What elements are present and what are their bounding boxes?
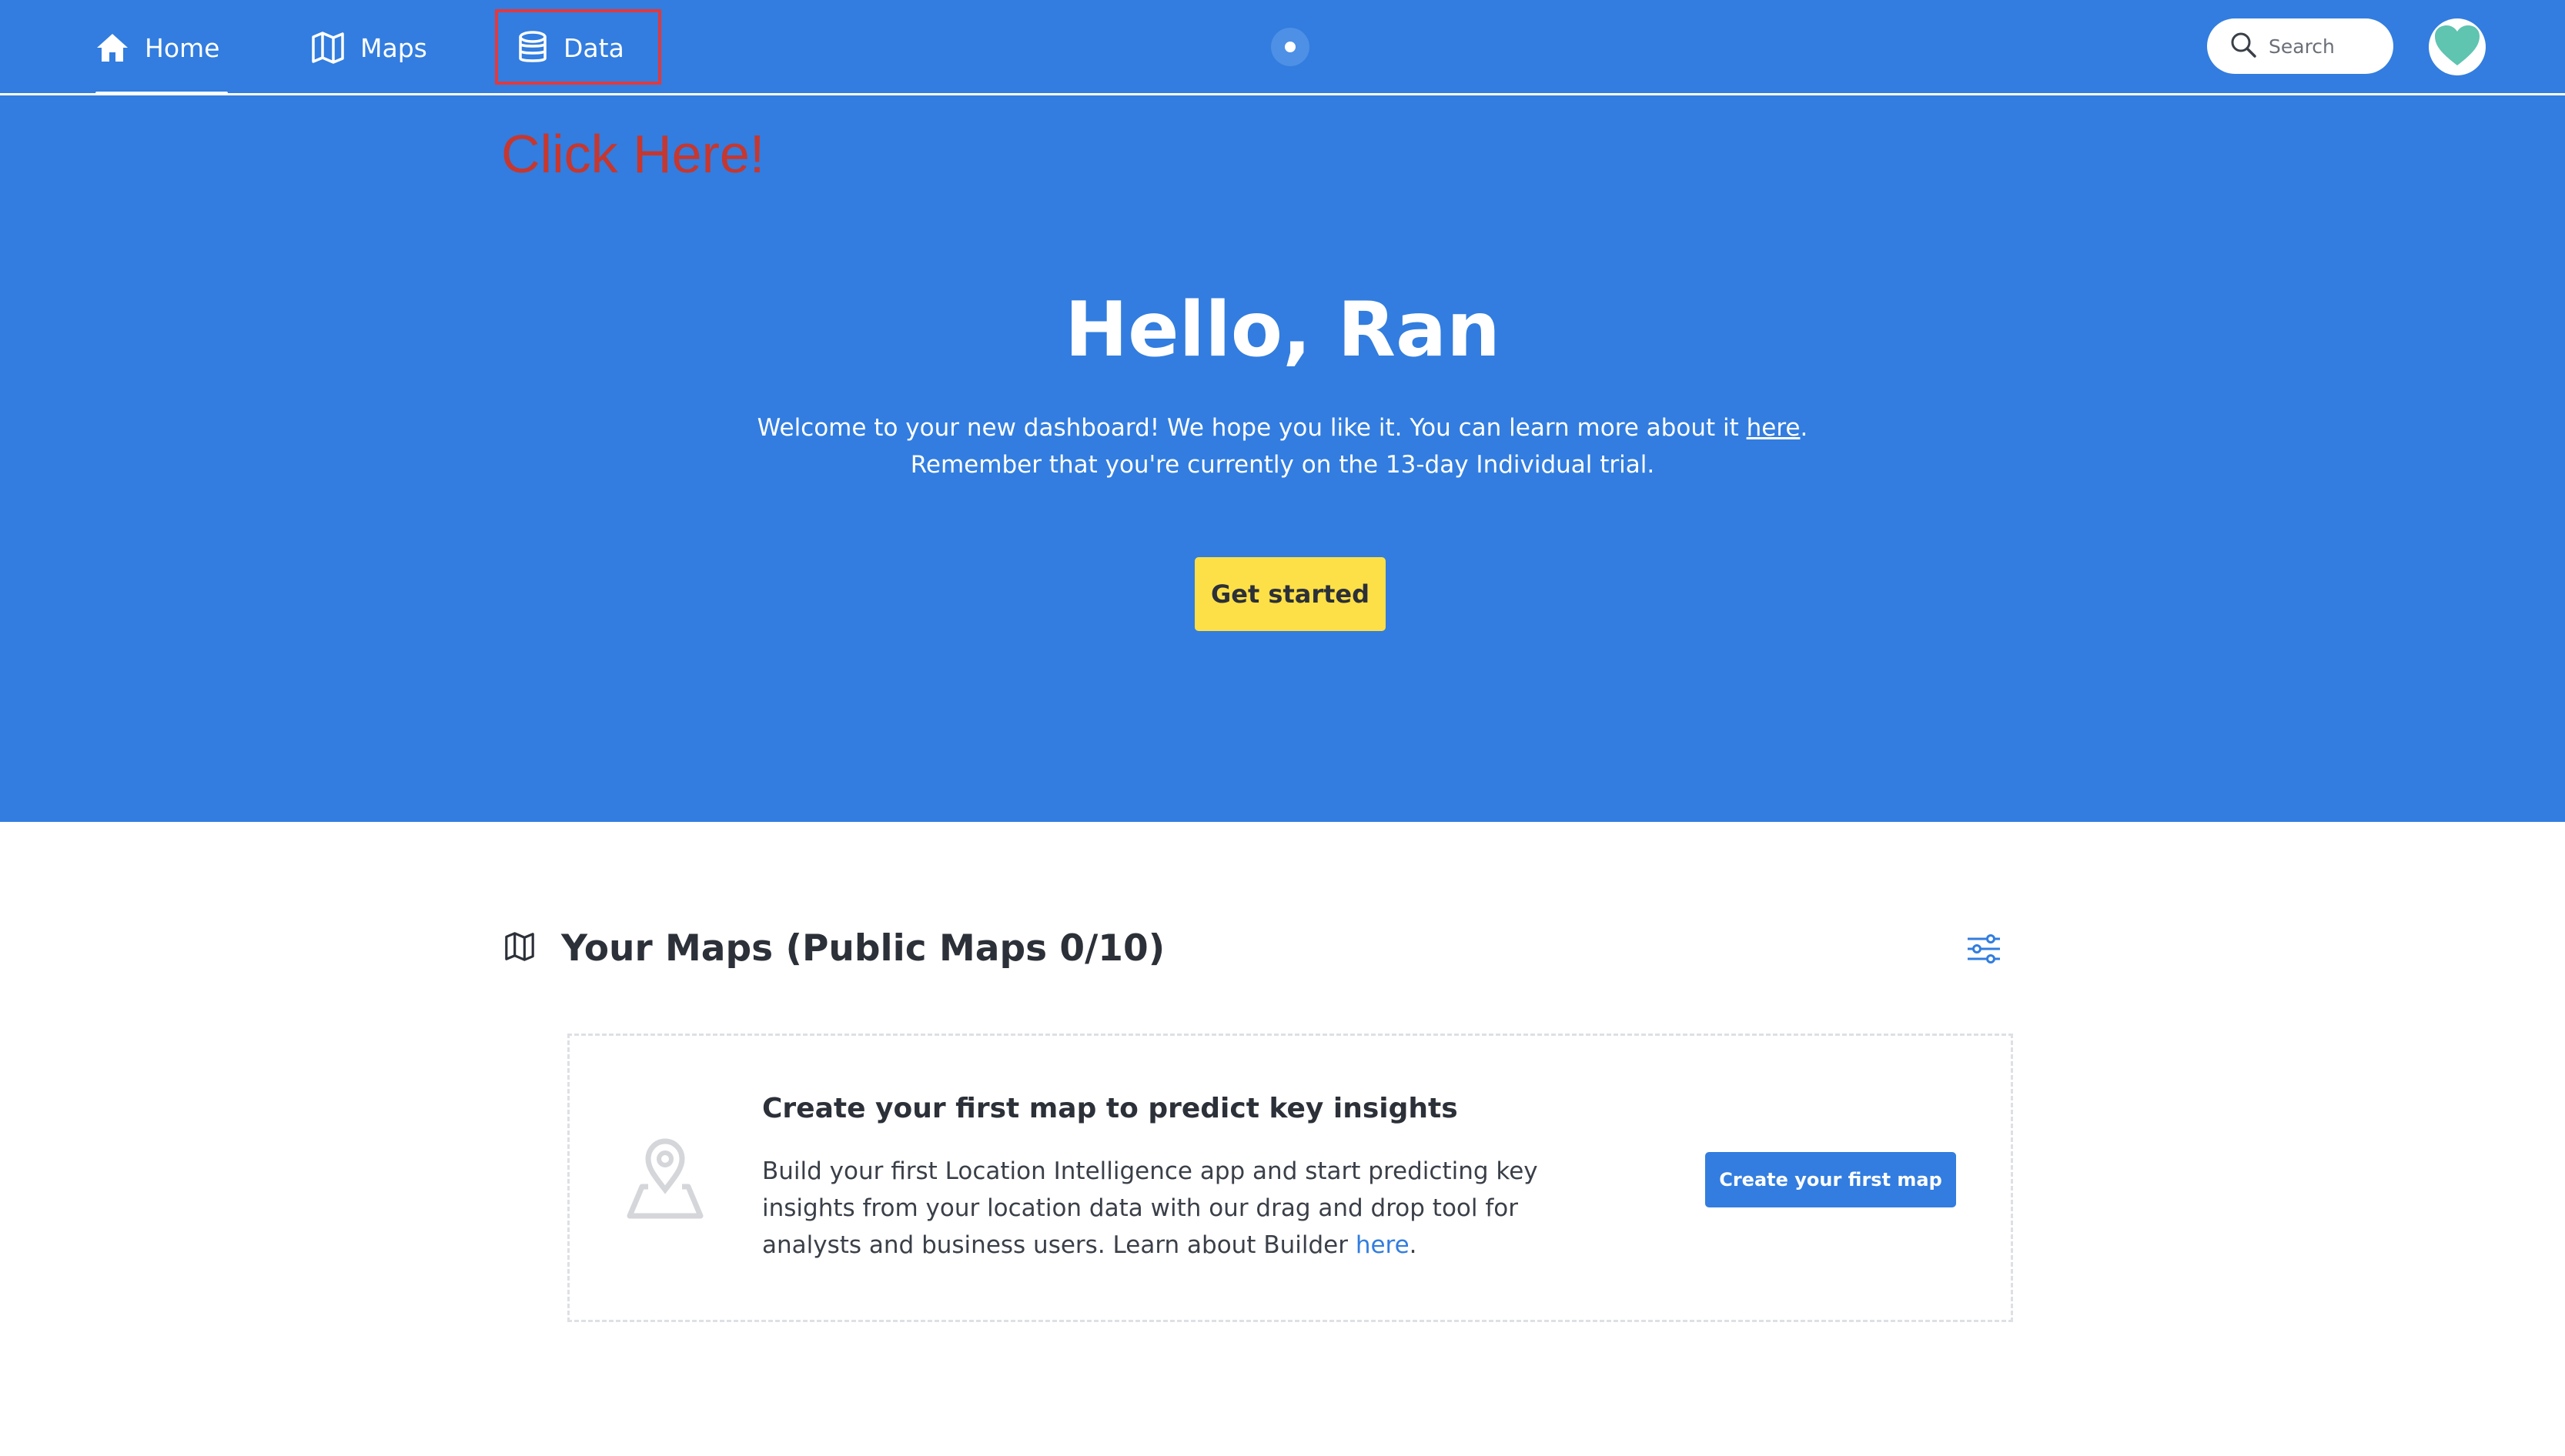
click-here-annotation: Click Here! [501,124,765,184]
hero-line-1: Welcome to your new dashboard! We hope y… [0,409,2565,446]
highlight-box [495,9,661,85]
empty-state-description: Build your first Location Intelligence a… [762,1153,1547,1264]
empty-state-title: Create your first map to predict key ins… [762,1093,1458,1124]
maps-section-header: Your Maps (Public Maps 0/10) [504,920,1165,976]
avatar[interactable] [2429,18,2486,75]
heart-icon [2433,24,2481,70]
filter-settings-icon[interactable] [1966,934,2002,967]
nav-home-label: Home [145,32,220,63]
nav-item-home[interactable]: Home [95,0,228,98]
map-icon [504,932,535,964]
builder-link[interactable]: here [1356,1231,1410,1259]
hero-line-1-text: Welcome to your new dashboard! We hope y… [757,414,1747,442]
section-title: Your Maps (Public Maps 0/10) [561,927,1165,970]
search-icon [2230,32,2256,61]
hero-line-1-suffix: . [1800,414,1808,442]
top-nav: Home Maps Data [0,0,2565,98]
hero-description: Welcome to your new dashboard! We hope y… [0,409,2565,483]
map-icon [311,32,345,64]
search-input[interactable] [2267,34,2386,58]
page-title: Hello, Ran [1065,286,1500,374]
empty-state-suffix: . [1409,1231,1417,1259]
location-pin-icon [625,1136,705,1224]
get-started-button[interactable]: Get started [1195,557,1386,631]
create-first-map-button[interactable]: Create your first map [1705,1152,1956,1207]
nav-maps-label: Maps [360,32,427,63]
learn-more-link[interactable]: here [1747,414,1801,442]
status-dot-icon [1271,28,1309,66]
empty-state-text: Build your first Location Intelligence a… [762,1157,1538,1259]
home-icon [95,32,129,63]
search-box[interactable] [2207,18,2393,74]
trial-notice: Remember that you're currently on the 13… [910,451,1655,479]
empty-maps-card: Create your first map to predict key ins… [567,1034,2013,1322]
nav-item-maps[interactable]: Maps [311,0,427,95]
